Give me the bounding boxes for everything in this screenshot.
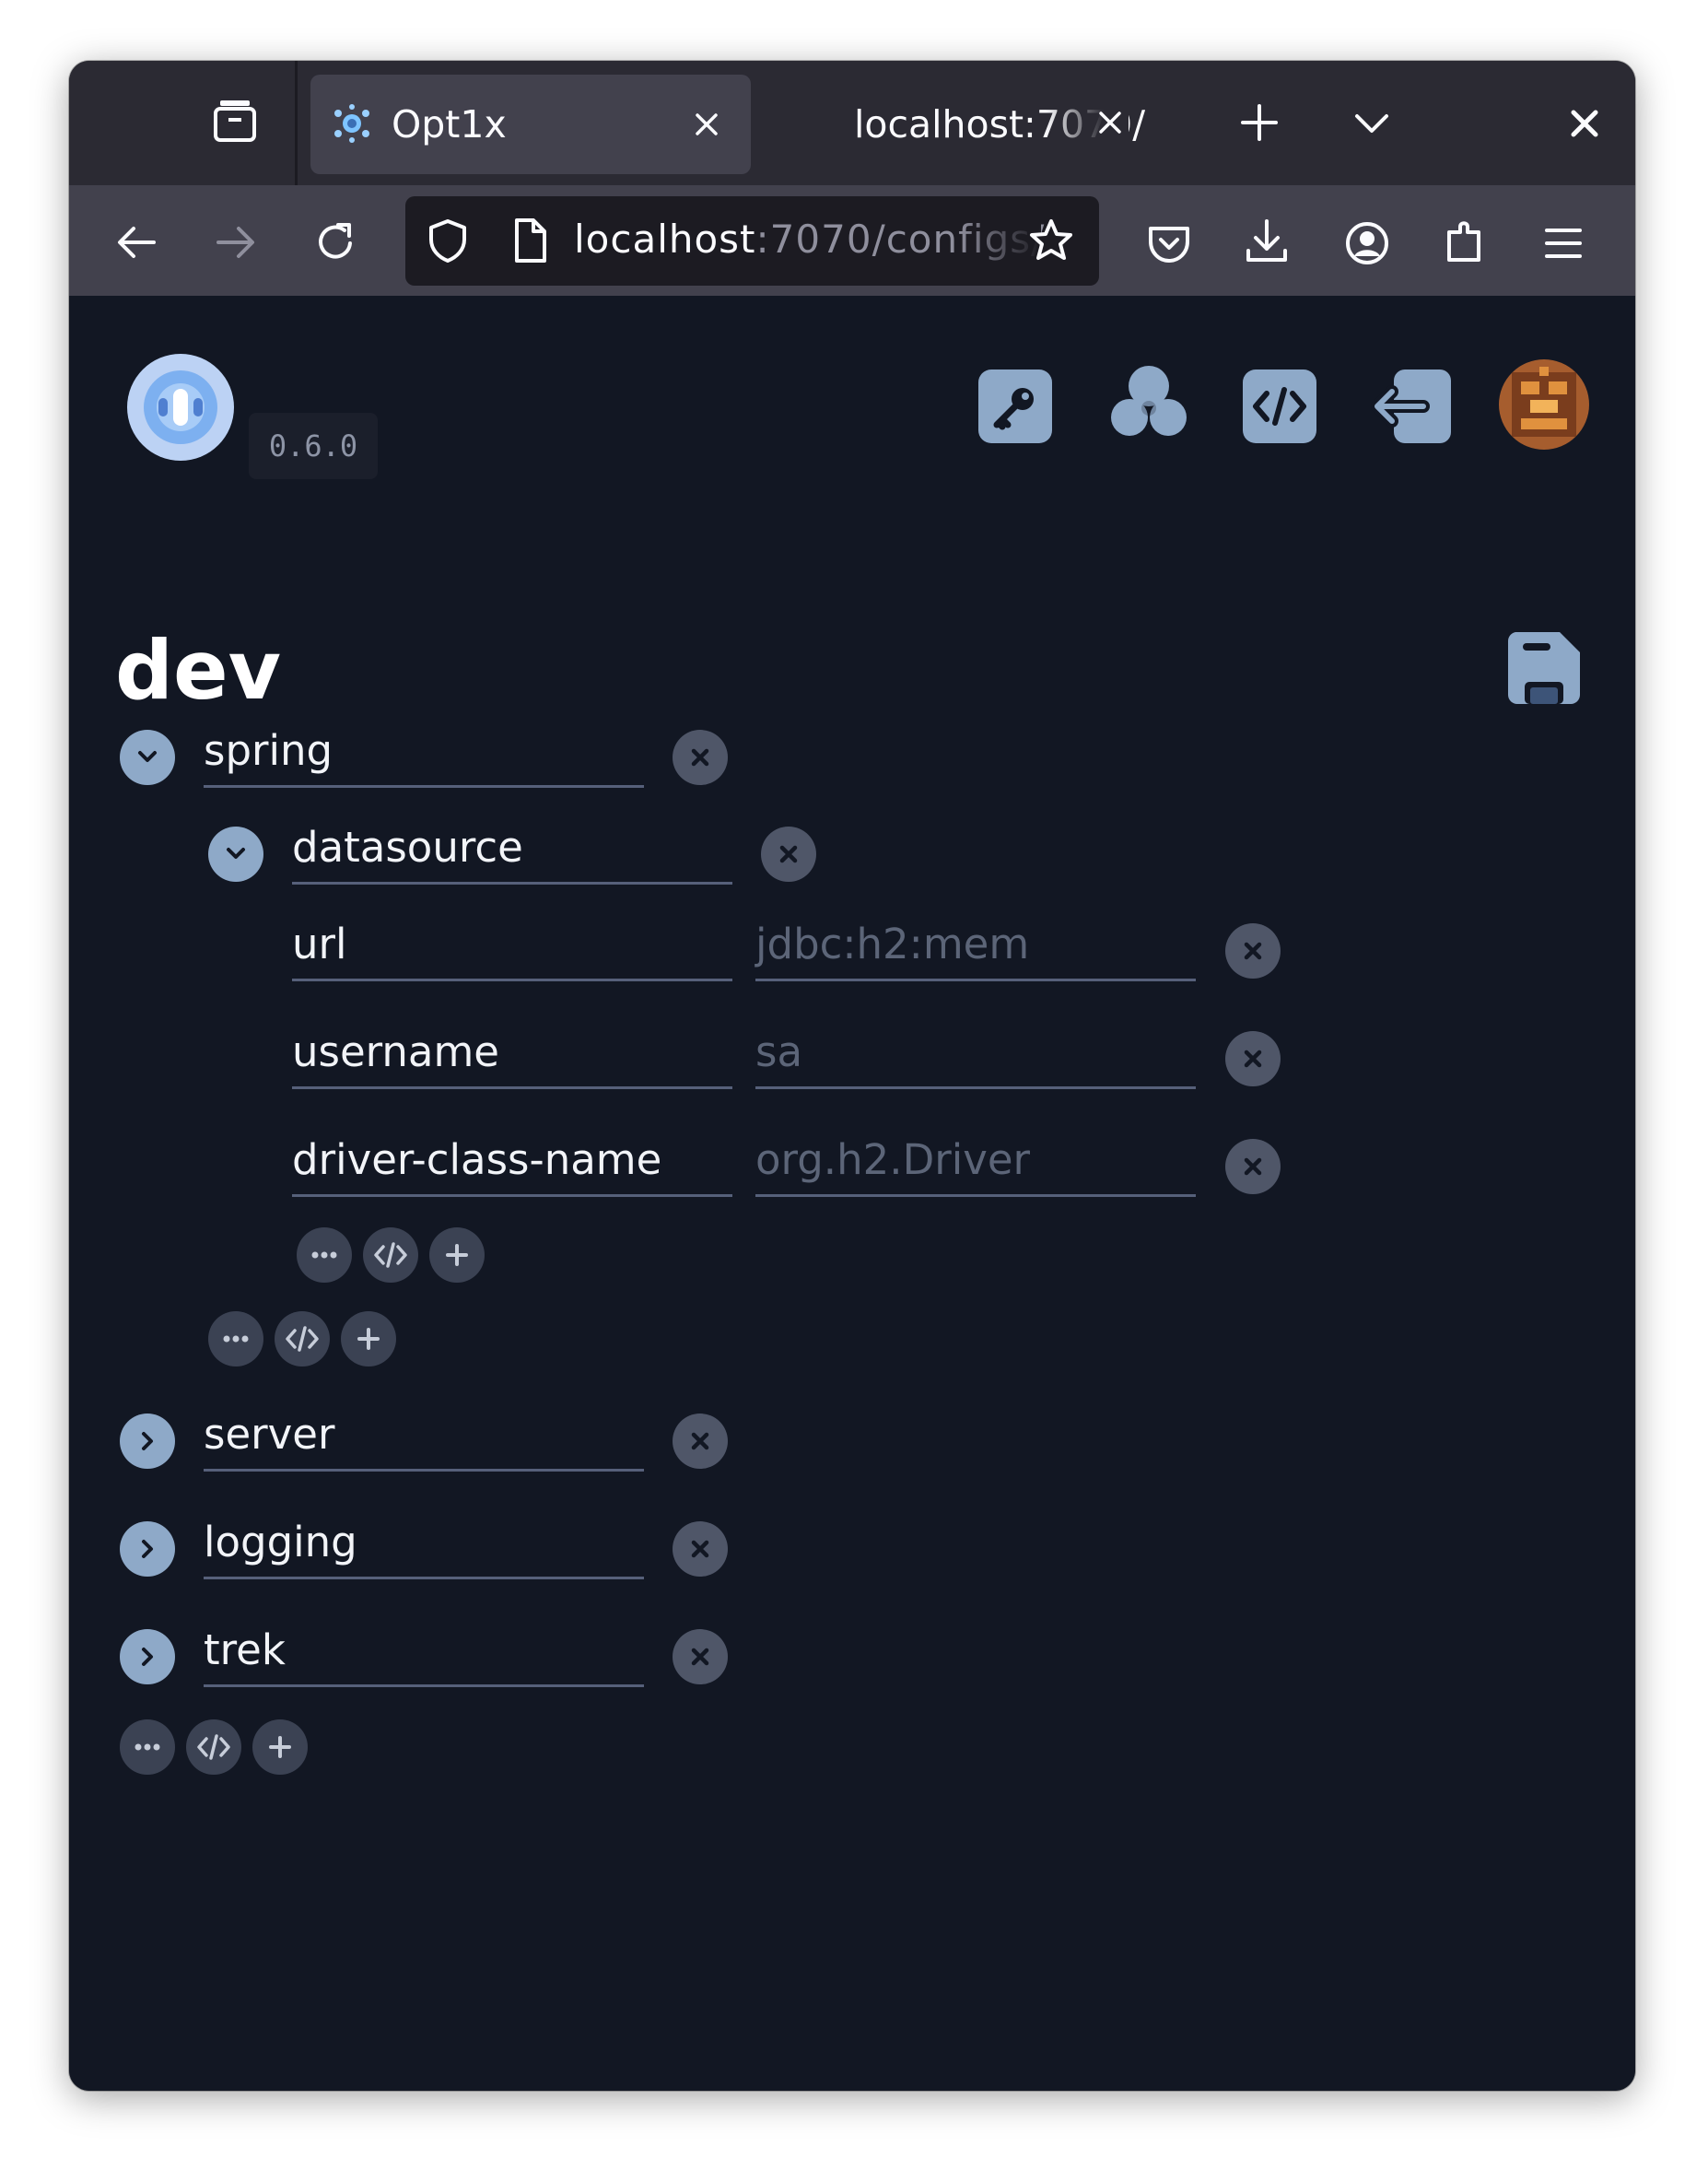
expand-spring-button[interactable] [120, 730, 175, 785]
opt1x-favicon-icon [331, 102, 373, 145]
menu-icon[interactable] [1539, 219, 1587, 267]
tab-opt1x[interactable]: Opt1x [310, 75, 751, 174]
browser-window: Opt1x localhost:7070/spri [69, 61, 1635, 2091]
close-tab-icon[interactable] [1092, 104, 1129, 141]
key-icon[interactable] [978, 369, 1052, 443]
add-property-button[interactable] [252, 1719, 308, 1775]
extensions-icon[interactable] [1442, 217, 1490, 265]
code-view-button[interactable] [275, 1311, 330, 1367]
expand-trek-button[interactable] [120, 1629, 175, 1684]
expand-server-button[interactable] [120, 1413, 175, 1469]
add-property-button[interactable] [429, 1227, 485, 1283]
chevron-down-icon[interactable] [1351, 103, 1392, 144]
delete-driver-class-name-button[interactable] [1225, 1139, 1281, 1194]
app-logo-icon[interactable] [127, 354, 234, 461]
download-icon[interactable] [1243, 217, 1291, 265]
page-icon[interactable] [509, 217, 550, 264]
new-tab-icon[interactable] [1239, 102, 1280, 143]
avatar[interactable] [1499, 359, 1589, 450]
shield-icon[interactable] [424, 217, 472, 264]
key-input-trek[interactable]: trek [204, 1616, 644, 1687]
add-property-button[interactable] [341, 1311, 396, 1367]
tab-title: Opt1x [392, 102, 507, 147]
expand-datasource-button[interactable] [208, 827, 263, 882]
key-input-datasource[interactable]: datasource [292, 814, 732, 885]
url-bar[interactable]: localhost:7070/configs/ [405, 196, 1099, 286]
logout-icon[interactable] [1370, 369, 1453, 443]
code-icon[interactable] [1243, 369, 1316, 443]
key-input-server[interactable]: server [204, 1401, 644, 1472]
key-input-spring[interactable]: spring [204, 717, 644, 788]
tab-bar: Opt1x localhost:7070/spri [69, 61, 1635, 185]
delete-username-button[interactable] [1225, 1031, 1281, 1086]
page-title: dev [115, 623, 282, 718]
app-content: 0.6.0 dev spring datasource url jdbc:h2:… [69, 296, 1635, 2091]
expand-logging-button[interactable] [120, 1521, 175, 1577]
pocket-icon[interactable] [1145, 219, 1193, 267]
delete-url-button[interactable] [1225, 923, 1281, 979]
groups-icon[interactable] [1109, 362, 1188, 445]
tab-localhost[interactable]: localhost:7070/spri [769, 75, 1147, 174]
close-window-icon[interactable] [1566, 105, 1603, 142]
key-input-logging[interactable]: logging [204, 1508, 644, 1579]
back-icon[interactable] [113, 219, 159, 265]
code-view-button[interactable] [186, 1719, 241, 1775]
delete-logging-button[interactable] [673, 1521, 728, 1577]
account-icon[interactable] [1343, 219, 1391, 267]
more-options-button[interactable] [297, 1227, 352, 1283]
delete-spring-button[interactable] [673, 730, 728, 785]
key-input-driver-class-name[interactable]: driver-class-name [292, 1126, 732, 1197]
delete-server-button[interactable] [673, 1413, 728, 1469]
delete-datasource-button[interactable] [761, 827, 816, 882]
value-input-url[interactable]: jdbc:h2:mem [755, 910, 1196, 981]
forward-icon[interactable] [213, 219, 259, 265]
value-input-driver-class-name[interactable]: org.h2.Driver [755, 1126, 1196, 1197]
close-tab-icon[interactable] [688, 106, 725, 143]
key-input-username[interactable]: username [292, 1018, 732, 1089]
save-icon[interactable] [1506, 630, 1582, 706]
value-input-username[interactable]: sa [755, 1018, 1196, 1089]
more-options-button[interactable] [208, 1311, 263, 1367]
firefox-view-icon[interactable] [212, 98, 258, 144]
code-view-button[interactable] [363, 1227, 418, 1283]
more-options-button[interactable] [120, 1719, 175, 1775]
reload-icon[interactable] [312, 219, 358, 265]
version-badge: 0.6.0 [249, 413, 378, 479]
bookmark-star-icon[interactable] [1027, 217, 1075, 264]
delete-trek-button[interactable] [673, 1629, 728, 1684]
tab-divider [295, 61, 298, 185]
key-input-url[interactable]: url [292, 910, 732, 981]
